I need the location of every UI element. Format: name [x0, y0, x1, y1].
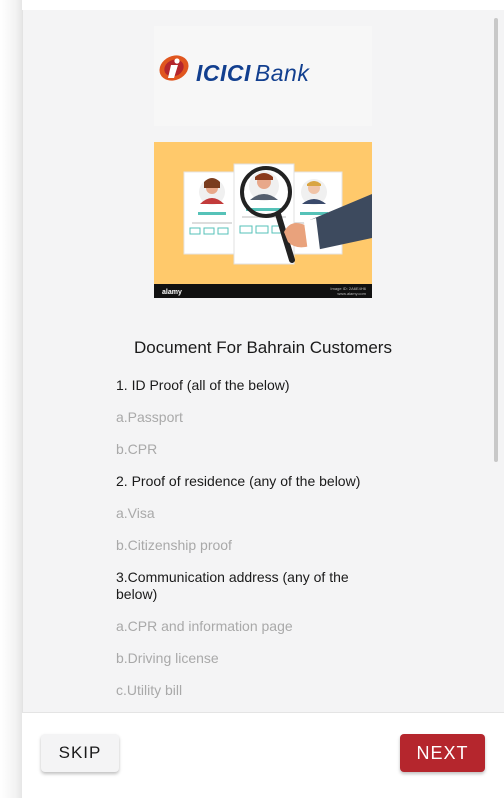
page-title: Document For Bahrain Customers [134, 338, 392, 357]
document-verification-illustration: alamy Image ID: 2A6E4H6 www.alamy.com [154, 142, 372, 298]
list-item-heading: 3.Communication address (any of the belo… [116, 569, 349, 602]
logo-name: ICICI [196, 60, 251, 86]
watermark-label: alamy [162, 289, 182, 296]
list-item-heading: 1. ID Proof (all of the below) [116, 377, 290, 393]
icici-logo-mark-icon [159, 55, 189, 81]
watermark-caption-line-2: www.alamy.com [337, 291, 366, 296]
list-item: b.CPR [116, 441, 158, 457]
logo-suffix: Bank [254, 60, 310, 86]
onboarding-card [22, 10, 504, 796]
profiles-magnifier-icon [183, 163, 372, 265]
list-item: a.Visa [116, 505, 155, 521]
watermark-caption: Image ID: 2A6E4H6 www.alamy.com [330, 286, 366, 296]
list-item: c.Utility bill [116, 682, 183, 698]
skip-button[interactable]: SKIP [41, 734, 119, 772]
icici-logo-text: ICICI Bank [196, 60, 309, 87]
list-item: a.Passport [116, 409, 183, 425]
page-left-edge [0, 0, 22, 798]
list-item: b.Citizenship proof [116, 537, 232, 553]
scrollbar-thumb[interactable] [494, 18, 498, 462]
list-item: b.Driving license [116, 650, 219, 666]
next-button[interactable]: NEXT [400, 734, 485, 772]
list-item-heading: 2. Proof of residence (any of the below) [116, 473, 361, 489]
list-item: a.CPR and information page [116, 618, 293, 634]
